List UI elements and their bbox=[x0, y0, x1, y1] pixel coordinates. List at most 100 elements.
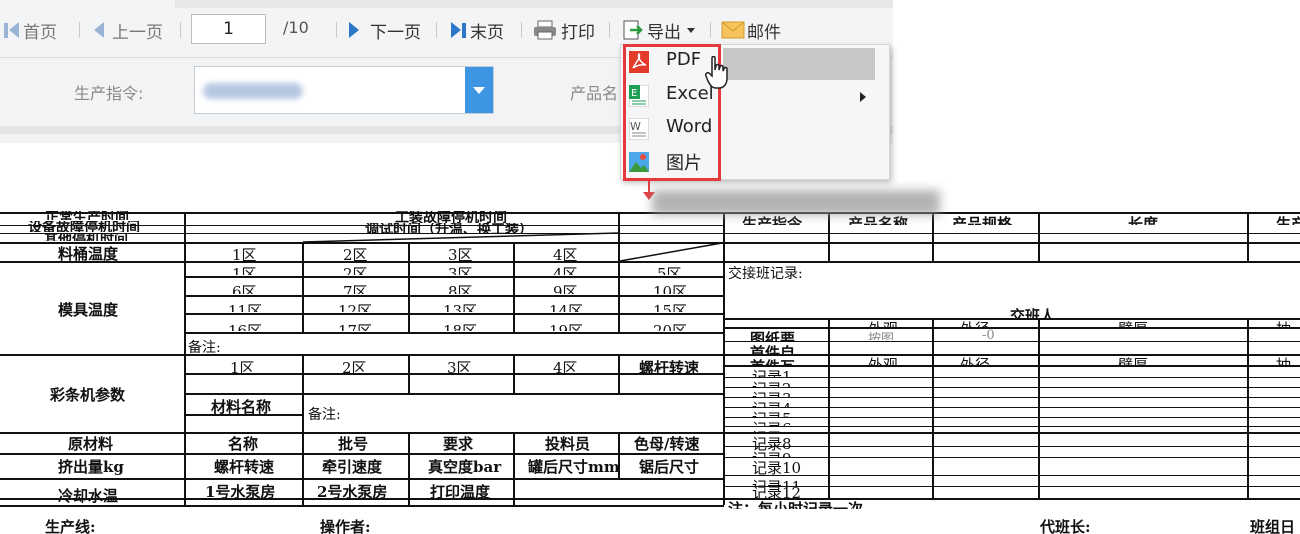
mould-zone-4: 4区 bbox=[553, 265, 578, 275]
barrel-zone-4: 4区 bbox=[553, 246, 578, 264]
instruction-select[interactable] bbox=[194, 66, 494, 114]
shift-leader-label: 代班长: bbox=[1040, 518, 1091, 534]
fault-time-label: 设备故障停机时间 bbox=[28, 221, 140, 232]
submenu-arrow-icon bbox=[860, 92, 866, 102]
right-header-prod: 生产 bbox=[1276, 215, 1300, 225]
export-label: 导出 bbox=[647, 22, 681, 43]
output-label: 挤出量kg bbox=[58, 458, 124, 476]
mail-icon bbox=[721, 21, 745, 39]
record-1: 记录1 bbox=[752, 368, 792, 377]
product-label: 产品名 bbox=[570, 84, 619, 103]
mould-zone-18: 18区 bbox=[443, 322, 478, 331]
barrel-zone-3: 3区 bbox=[448, 246, 473, 264]
toolbar-divider bbox=[710, 22, 711, 38]
debug-time-label: 调试时间（升温、换工装） bbox=[365, 223, 533, 233]
prev-page-button[interactable]: 上一页 bbox=[94, 17, 163, 43]
check-label-1: 抽 bbox=[1276, 318, 1291, 327]
barrel-zone-2: 2区 bbox=[343, 246, 368, 264]
mould-zone-1: 1区 bbox=[232, 265, 257, 275]
cooling-header-3: 打印温度 bbox=[430, 483, 491, 501]
team-label: 班组日 bbox=[1250, 518, 1296, 534]
last-page-button[interactable]: 末页 bbox=[451, 17, 504, 43]
mould-zone-8: 8区 bbox=[448, 283, 473, 294]
raw-header-req: 要求 bbox=[443, 435, 474, 453]
strip-zone-1: 1区 bbox=[230, 359, 255, 377]
check-label-2: 抽 bbox=[1276, 356, 1292, 365]
raw-header-color: 色母/转速 bbox=[634, 435, 700, 453]
mould-zone-17: 17区 bbox=[338, 322, 373, 331]
prev-page-icon bbox=[94, 22, 104, 38]
wall-label-1: 壁厚-- bbox=[1118, 318, 1158, 327]
toolbar-divider bbox=[79, 22, 80, 38]
toolbar-divider bbox=[521, 22, 522, 38]
raw-header-feeder: 投料员 bbox=[545, 435, 591, 453]
chevron-down-icon bbox=[473, 87, 485, 94]
mail-button[interactable]: 邮件 bbox=[721, 17, 781, 43]
first-page-icon bbox=[4, 22, 8, 38]
handover-person: 交班人 bbox=[1010, 307, 1056, 319]
cooling-header-2: 2号水泵房 bbox=[317, 483, 388, 501]
screw-speed-label: 螺杆转速 bbox=[639, 359, 700, 377]
toolbar-divider bbox=[336, 22, 337, 38]
outer-label-1: 外观 bbox=[868, 318, 898, 327]
operator-label: 操作者: bbox=[320, 518, 371, 534]
mould-zone-3: 3区 bbox=[448, 265, 473, 275]
mould-zone-19: 19区 bbox=[549, 322, 584, 331]
mould-fault-label: 工装故障停机时间 bbox=[395, 211, 507, 223]
record-5: 记录5 bbox=[752, 408, 792, 417]
output-header-2: 牵引速度 bbox=[322, 458, 383, 476]
cooling-header-1: 1号水泵房 bbox=[205, 483, 276, 501]
barrel-temp-label: 料桶温度 bbox=[58, 245, 119, 263]
output-header-5: 锯后尺寸 bbox=[639, 458, 700, 476]
strip-zone-4: 4区 bbox=[553, 359, 578, 377]
material-name-label: 材料名称 bbox=[211, 398, 272, 416]
instruction-label: 生产指令: bbox=[74, 84, 144, 103]
drawing-value-2: -0 bbox=[982, 328, 995, 340]
record-4: 记录4 bbox=[752, 398, 792, 407]
other-time-label: 其他停机时间 bbox=[44, 233, 128, 241]
diameter-label-2: 外径-- bbox=[960, 356, 1001, 365]
drawing-value: 按图 bbox=[868, 332, 895, 340]
print-label: 打印 bbox=[561, 22, 595, 43]
export-icon bbox=[623, 20, 643, 40]
hand-cursor-icon bbox=[705, 56, 728, 89]
first-page-button[interactable]: 首页 bbox=[4, 17, 57, 43]
right-header-spec: 产品规格 bbox=[952, 215, 1013, 225]
outer-label-2: 外观 bbox=[868, 356, 899, 365]
record-9: 记录9 bbox=[752, 448, 792, 457]
mould-zone-10: 10区 bbox=[653, 283, 688, 294]
prev-page-label: 上一页 bbox=[112, 22, 163, 43]
toolbar-divider bbox=[180, 22, 181, 38]
diameter-label-1: 外径-- bbox=[960, 318, 1000, 327]
output-header-1: 螺杆转速 bbox=[214, 458, 275, 476]
output-header-3: 真空度bar bbox=[428, 458, 502, 476]
mould-zone-9: 9区 bbox=[553, 283, 578, 294]
handover-label: 交接班记录: bbox=[728, 266, 803, 282]
drawing-label: 图纸要 bbox=[750, 330, 796, 341]
last-page-label: 末页 bbox=[470, 22, 504, 43]
cooling-label: 冷却水温 bbox=[58, 487, 119, 505]
next-page-button[interactable]: 下一页 bbox=[349, 17, 421, 43]
toolbar-divider bbox=[436, 22, 437, 38]
dropdown-button[interactable] bbox=[465, 67, 493, 113]
mould-zone-14: 14区 bbox=[549, 302, 584, 312]
first-page-arrow-icon bbox=[9, 22, 19, 38]
printer-icon bbox=[534, 20, 556, 40]
toolbar-top-strip bbox=[175, 0, 893, 8]
mould-zone-6: 6区 bbox=[232, 283, 257, 294]
last-page-arrow-icon bbox=[451, 22, 461, 38]
first-piece-label: 首件自 bbox=[750, 344, 796, 354]
record-3: 记录3 bbox=[752, 388, 792, 397]
barrel-zone-1: 1区 bbox=[232, 246, 257, 264]
chevron-down-icon bbox=[687, 27, 695, 33]
print-button[interactable]: 打印 bbox=[533, 17, 595, 43]
raw-header-name: 名称 bbox=[228, 435, 259, 453]
page-number-input[interactable]: 1 bbox=[191, 14, 266, 44]
note-label: 注：每小时记录一次 bbox=[728, 500, 864, 509]
toolbar-divider bbox=[609, 22, 610, 38]
mould-zone-16: 16区 bbox=[228, 322, 263, 331]
export-button[interactable]: 导出 bbox=[621, 17, 695, 43]
normal-time-label: 正常生产时间 bbox=[45, 211, 129, 220]
strip-remark: 备注: bbox=[308, 407, 341, 423]
last-page-icon bbox=[462, 22, 466, 38]
